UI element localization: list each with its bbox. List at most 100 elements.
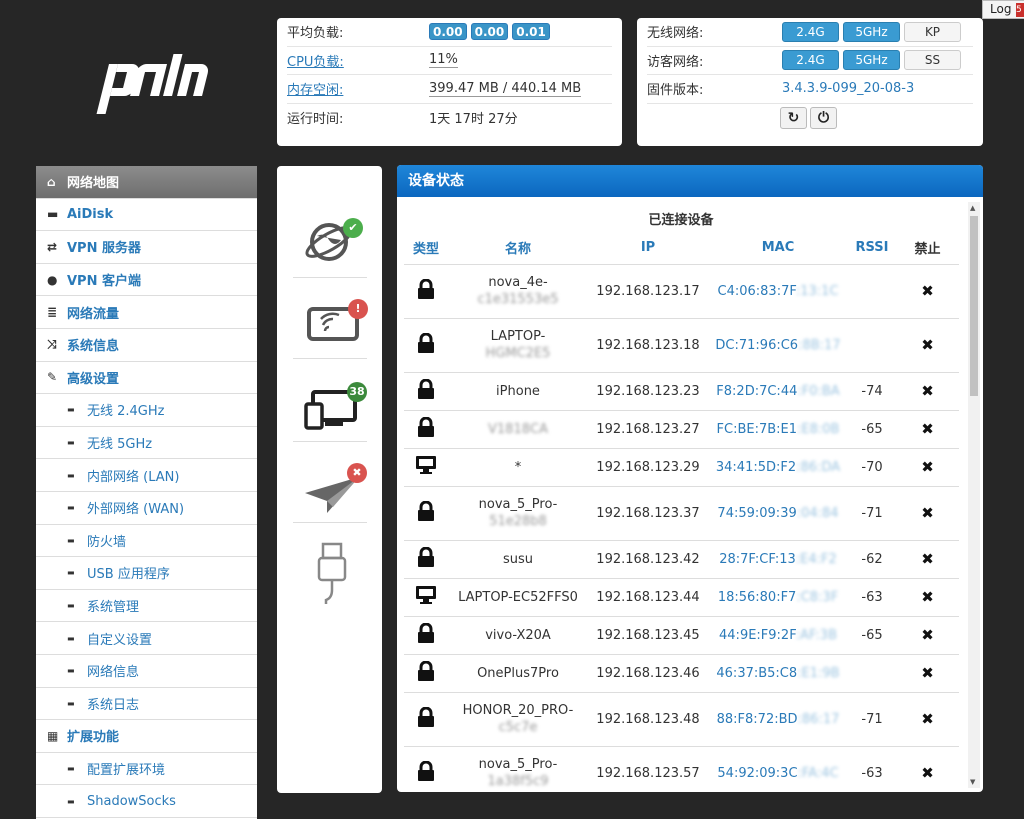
block-icon[interactable]: ✖ bbox=[896, 654, 959, 693]
firmware-row: 固件版本: 3.4.3.9-099_20-08-3 bbox=[647, 75, 973, 104]
scroll-down-icon[interactable]: ▼ bbox=[970, 778, 975, 786]
sidebar-item[interactable]: ≣ 网络流量 bbox=[36, 296, 257, 329]
mac-link[interactable]: DC:71:96:C6:8B:17 bbox=[708, 318, 848, 373]
vpn-status-cell[interactable]: ✖ bbox=[293, 443, 367, 523]
memory-row: 内存空闲: 399.47 MB / 440.14 MB bbox=[287, 75, 612, 104]
block-icon[interactable]: ✖ bbox=[896, 540, 959, 579]
sidebar-subitem[interactable]: ▬ ShadowSocks bbox=[36, 785, 257, 818]
scrollbar-thumb[interactable] bbox=[970, 216, 978, 396]
table-row[interactable]: nova_4e-c1e31553e5 192.168.123.17 C4:06:83… bbox=[404, 264, 959, 319]
block-icon[interactable]: ✖ bbox=[896, 746, 959, 792]
sidebar-subitem[interactable]: ▬ 无线 2.4GHz bbox=[36, 394, 257, 427]
sidebar-subitem[interactable]: ▬ 系统管理 bbox=[36, 590, 257, 623]
table-row[interactable]: LAPTOP-EC52FFS0 192.168.123.44 18:56:80:F7… bbox=[404, 578, 959, 617]
block-icon[interactable]: ✖ bbox=[896, 264, 959, 319]
block-icon[interactable]: ✖ bbox=[896, 410, 959, 449]
wireless-2g-button[interactable]: 2.4G bbox=[782, 21, 839, 42]
scrollbar[interactable]: ▲ ▼ bbox=[968, 202, 980, 788]
memory-free-link[interactable]: 内存空闲: bbox=[287, 79, 429, 98]
table-row[interactable]: nova_5_Pro- 1a38f5c9 192.168.123.57 54:92:0… bbox=[404, 746, 959, 792]
mac-link[interactable]: 34:41:5D:F2:86:DA bbox=[708, 448, 848, 487]
sidebar-subitem[interactable]: ▬ 无线 5GHz bbox=[36, 427, 257, 460]
guest-2g-button[interactable]: 2.4G bbox=[782, 50, 839, 71]
dash-icon: ▬ bbox=[67, 763, 75, 773]
table-row[interactable]: HONOR_20_PRO-c5c7e 192.168.123.48 88:F8:72… bbox=[404, 692, 959, 747]
block-icon[interactable]: ✖ bbox=[896, 448, 959, 487]
log-button[interactable]: Log 5 bbox=[982, 0, 1024, 19]
mac-link[interactable]: F8:2D:7C:44:F0:BA bbox=[708, 372, 848, 411]
lock-icon bbox=[404, 264, 448, 319]
sidebar-subitem[interactable]: ▬ 网络信息 bbox=[36, 655, 257, 688]
mac-link[interactable]: 46:37:B5:C8:E1:9B bbox=[708, 654, 848, 693]
sidebar-subitem[interactable]: ▬ 内部网络 (LAN) bbox=[36, 459, 257, 492]
ip-cell: 192.168.123.45 bbox=[588, 616, 708, 655]
sidebar-item[interactable]: ⌂ 网络地图 bbox=[36, 166, 257, 199]
paper-plane-icon bbox=[305, 477, 359, 513]
block-icon[interactable]: ✖ bbox=[896, 692, 959, 747]
sidebar-subitem[interactable]: ▬ 配置扩展环境 bbox=[36, 753, 257, 786]
table-row[interactable]: * 192.168.123.29 34:41:5D:F2:86:DA -70 ✖ bbox=[404, 448, 959, 487]
clients-status-cell[interactable]: 38 bbox=[293, 362, 367, 442]
cpu-load-row: CPU负载: 11% bbox=[287, 47, 612, 75]
usb-status-cell[interactable] bbox=[293, 524, 367, 604]
block-icon[interactable]: ✖ bbox=[896, 372, 959, 411]
block-icon[interactable]: ✖ bbox=[896, 486, 959, 541]
cpu-load-link[interactable]: CPU负载: bbox=[287, 51, 429, 70]
ip-cell: 192.168.123.37 bbox=[588, 486, 708, 541]
table-row[interactable]: nova_5_Pro- 51e28b8 192.168.123.37 74:59:09… bbox=[404, 486, 959, 541]
lock-icon bbox=[404, 318, 448, 373]
device-name: nova_4e- bbox=[488, 275, 548, 290]
lock-icon bbox=[404, 540, 448, 579]
refresh-icon[interactable]: ↻ bbox=[780, 106, 807, 129]
name-cell: nova_5_Pro- 1a38f5c9 bbox=[448, 746, 588, 792]
sidebar-item[interactable]: ⇄ VPN 服务器 bbox=[36, 231, 257, 264]
wireless-status-cell[interactable]: ! bbox=[293, 279, 368, 359]
power-icon[interactable]: ⏻ bbox=[810, 106, 837, 129]
device-name: LAPTOP-EC52FFS0 bbox=[458, 589, 578, 605]
mac-link[interactable]: 44:9E:F9:2F:AF:3B bbox=[708, 616, 848, 655]
sidebar-subitem[interactable]: ▬ 外部网络 (WAN) bbox=[36, 492, 257, 525]
wireless-5g-button[interactable]: 5GHz bbox=[843, 21, 900, 42]
table-row[interactable]: susu 192.168.123.42 28:7F:CF:13:E4:F2 -62 ✖ bbox=[404, 540, 959, 579]
random-icon: ⤨ bbox=[47, 337, 57, 352]
sidebar-subitem[interactable]: ▬ USB 应用程序 bbox=[36, 557, 257, 590]
mac-link[interactable]: 88:F8:72:BD:86:17 bbox=[708, 692, 848, 747]
firmware-version-link[interactable]: 3.4.3.9-099_20-08-3 bbox=[782, 81, 914, 96]
table-row[interactable]: iPhone 192.168.123.23 F8:2D:7C:44:F0:BA -74… bbox=[404, 372, 959, 411]
mac-link[interactable]: C4:06:83:7F:13:1C bbox=[708, 264, 848, 319]
block-icon[interactable]: ✖ bbox=[896, 318, 959, 373]
col-type[interactable]: 类型 bbox=[404, 231, 448, 265]
ip-cell: 192.168.123.44 bbox=[588, 578, 708, 617]
block-icon[interactable]: ✖ bbox=[896, 578, 959, 617]
ss-button[interactable]: SS bbox=[904, 50, 961, 71]
sidebar-item[interactable]: ▬ AiDisk bbox=[36, 199, 257, 232]
ip-cell: 192.168.123.57 bbox=[588, 746, 708, 792]
kp-button[interactable]: KP bbox=[904, 21, 961, 42]
table-row[interactable]: LAPTOP- HGMC2E5 192.168.123.18 DC:71:96:C6:… bbox=[404, 318, 959, 373]
col-ip[interactable]: IP bbox=[588, 231, 708, 265]
mac-link[interactable]: 28:7F:CF:13:E4:F2 bbox=[708, 540, 848, 579]
table-row[interactable]: vivo-X20A 192.168.123.45 44:9E:F9:2F:AF:3B… bbox=[404, 616, 959, 655]
block-icon[interactable]: ✖ bbox=[896, 616, 959, 655]
sidebar-item[interactable]: ▦ 扩展功能 bbox=[36, 720, 257, 753]
table-header-row: 类型 名称 IP MAC RSSI 禁止 bbox=[404, 231, 959, 265]
sidebar-subitem[interactable]: ▬ 防火墙 bbox=[36, 525, 257, 558]
mac-link[interactable]: FC:BE:7B:E1:E8:0B bbox=[708, 410, 848, 449]
sidebar-item[interactable]: ● VPN 客户端 bbox=[36, 264, 257, 297]
scroll-up-icon[interactable]: ▲ bbox=[970, 204, 975, 212]
col-name[interactable]: 名称 bbox=[448, 231, 588, 265]
col-mac[interactable]: MAC bbox=[708, 231, 848, 265]
guest-5g-button[interactable]: 5GHz bbox=[843, 50, 900, 71]
sidebar-item[interactable]: ✎ 高级设置 bbox=[36, 362, 257, 395]
mac-link[interactable]: 54:92:09:3C:FA:4C bbox=[708, 746, 848, 792]
table-row[interactable]: V1818CA 192.168.123.27 FC:BE:7B:E1:E8:0B -6… bbox=[404, 410, 959, 449]
rssi-cell bbox=[848, 318, 896, 373]
mac-link[interactable]: 18:56:80:F7:C8:3F bbox=[708, 578, 848, 617]
sidebar-item[interactable]: ⤨ 系统信息 bbox=[36, 329, 257, 362]
sidebar-subitem[interactable]: ▬ 自定义设置 bbox=[36, 622, 257, 655]
table-row[interactable]: OnePlus7Pro 192.168.123.46 46:37:B5:C8:E1:… bbox=[404, 654, 959, 693]
mac-link[interactable]: 74:59:09:39:04:84 bbox=[708, 486, 848, 541]
sidebar-subitem[interactable]: ▬ 系统日志 bbox=[36, 688, 257, 721]
internet-status-cell[interactable]: ✔ bbox=[293, 198, 367, 278]
col-rssi[interactable]: RSSI bbox=[848, 231, 896, 265]
